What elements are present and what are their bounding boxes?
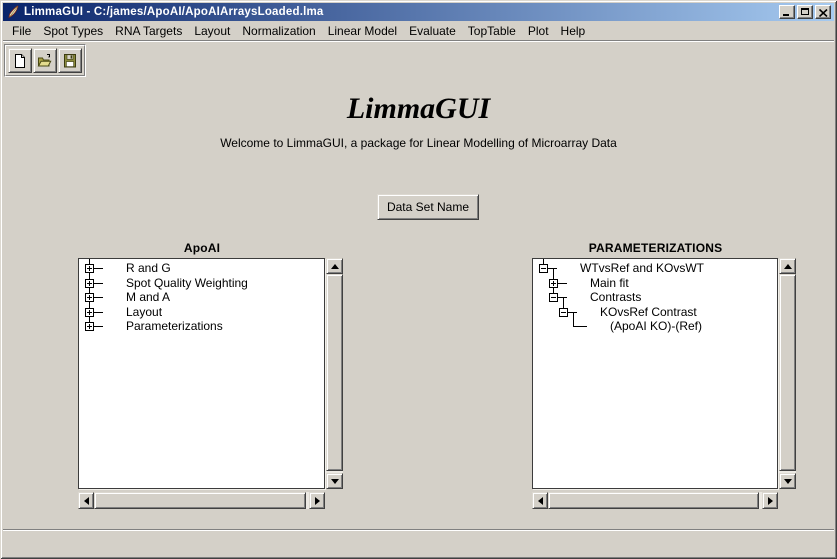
arrow-left-icon — [84, 497, 89, 505]
window-title: LimmaGUI - C:/james/ApoAI/ApoAIArraysLoa… — [24, 3, 777, 21]
toolbar-frame — [5, 45, 85, 76]
tree-node-label[interactable]: Layout — [126, 305, 162, 319]
tree-node-label[interactable]: R and G — [126, 261, 171, 275]
tree-node-label[interactable]: M and A — [126, 290, 170, 304]
minimize-button[interactable] — [779, 5, 795, 19]
maximize-icon — [801, 8, 809, 15]
scroll-left-button[interactable] — [532, 492, 548, 509]
left-tree[interactable]: R and GSpot Quality WeightingM and ALayo… — [78, 258, 325, 489]
save-file-button[interactable] — [58, 48, 82, 73]
collapse-minus-icon[interactable] — [539, 264, 548, 273]
scroll-up-button[interactable] — [779, 258, 796, 274]
tk-feather-icon — [6, 5, 20, 19]
minus-stroke — [541, 268, 546, 269]
welcome-text: Welcome to LimmaGUI, a package for Linea… — [0, 136, 837, 150]
tree-connector-line — [573, 312, 574, 327]
plus-stroke — [89, 310, 90, 315]
window-controls — [777, 5, 831, 19]
tree-connector-line — [573, 326, 587, 327]
arrow-right-icon — [768, 497, 773, 505]
new-file-button[interactable] — [8, 48, 32, 73]
arrow-left-icon — [538, 497, 543, 505]
toolbar — [4, 44, 86, 77]
scroll-up-button[interactable] — [326, 258, 343, 274]
arrow-down-icon — [331, 479, 339, 484]
application-window: LimmaGUI - C:/james/ApoAI/ApoAIArraysLoa… — [0, 0, 837, 559]
arrow-up-icon — [331, 264, 339, 269]
tree-node-label[interactable]: Parameterizations — [126, 319, 223, 333]
menu-linear-model[interactable]: Linear Model — [322, 22, 403, 40]
tree-node-label[interactable]: Contrasts — [590, 290, 641, 304]
open-file-button[interactable] — [33, 48, 57, 73]
expand-plus-icon[interactable] — [85, 264, 94, 273]
data-set-name-button[interactable]: Data Set Name — [377, 194, 479, 220]
save-file-icon — [62, 53, 78, 69]
page-title: LimmaGUI — [0, 92, 837, 126]
close-button[interactable] — [815, 5, 831, 19]
menu-evaluate[interactable]: Evaluate — [403, 22, 462, 40]
open-file-icon — [37, 53, 53, 69]
tree-node-label[interactable]: WTvsRef and KOvsWT — [580, 261, 704, 275]
horizontal-scroll-thumb[interactable] — [548, 492, 759, 509]
expand-plus-icon[interactable] — [85, 308, 94, 317]
right-horizontal-scrollbar[interactable] — [532, 492, 778, 509]
left-panel-title: ApoAI — [78, 241, 326, 255]
menu-toptable[interactable]: TopTable — [462, 22, 522, 40]
scroll-right-button[interactable] — [309, 492, 325, 509]
horizontal-scroll-thumb[interactable] — [94, 492, 306, 509]
scroll-left-button[interactable] — [78, 492, 94, 509]
tree-node-label[interactable]: Spot Quality Weighting — [126, 276, 248, 290]
plus-stroke — [89, 295, 90, 300]
expand-plus-icon[interactable] — [85, 279, 94, 288]
menu-normalization[interactable]: Normalization — [236, 22, 321, 40]
tree-node-label[interactable]: (ApoAI KO)-(Ref) — [610, 319, 702, 333]
vertical-scroll-thumb[interactable] — [326, 274, 343, 471]
tree-node-label[interactable]: Main fit — [590, 276, 629, 290]
plus-stroke — [89, 281, 90, 286]
maximize-button[interactable] — [797, 5, 813, 19]
status-divider — [3, 529, 834, 531]
expand-plus-icon[interactable] — [85, 293, 94, 302]
title-bar[interactable]: LimmaGUI - C:/james/ApoAI/ApoAIArraysLoa… — [3, 3, 834, 21]
menu-file[interactable]: File — [6, 22, 37, 40]
tree-node-label[interactable]: KOvsRef Contrast — [600, 305, 697, 319]
arrow-up-icon — [784, 264, 792, 269]
plus-stroke — [89, 266, 90, 271]
plus-stroke — [553, 281, 554, 286]
collapse-minus-icon[interactable] — [559, 308, 568, 317]
menu-plot[interactable]: Plot — [522, 22, 555, 40]
scroll-right-button[interactable] — [762, 492, 778, 509]
right-panel-title: PARAMETERIZATIONS — [532, 241, 779, 255]
close-icon — [819, 9, 828, 17]
arrow-down-icon — [784, 479, 792, 484]
expand-plus-icon[interactable] — [549, 279, 558, 288]
scroll-down-button[interactable] — [326, 473, 343, 489]
menu-rna-targets[interactable]: RNA Targets — [109, 22, 188, 40]
menu-bar: FileSpot TypesRNA TargetsLayoutNormaliza… — [3, 21, 834, 40]
menu-layout[interactable]: Layout — [188, 22, 236, 40]
scroll-down-button[interactable] — [779, 473, 796, 489]
plus-stroke — [89, 324, 90, 329]
menu-divider — [3, 40, 834, 42]
collapse-minus-icon[interactable] — [549, 293, 558, 302]
minus-stroke — [551, 297, 556, 298]
left-vertical-scrollbar[interactable] — [326, 258, 343, 489]
expand-plus-icon[interactable] — [85, 322, 94, 331]
right-vertical-scrollbar[interactable] — [779, 258, 796, 489]
new-file-icon — [12, 53, 28, 69]
right-tree[interactable]: WTvsRef and KOvsWTMain fitContrastsKOvsR… — [532, 258, 778, 489]
menu-spot-types[interactable]: Spot Types — [37, 22, 109, 40]
arrow-right-icon — [315, 497, 320, 505]
left-horizontal-scrollbar[interactable] — [78, 492, 325, 509]
menu-help[interactable]: Help — [555, 22, 592, 40]
minimize-icon — [783, 14, 789, 16]
minus-stroke — [561, 312, 566, 313]
vertical-scroll-thumb[interactable] — [779, 274, 796, 471]
